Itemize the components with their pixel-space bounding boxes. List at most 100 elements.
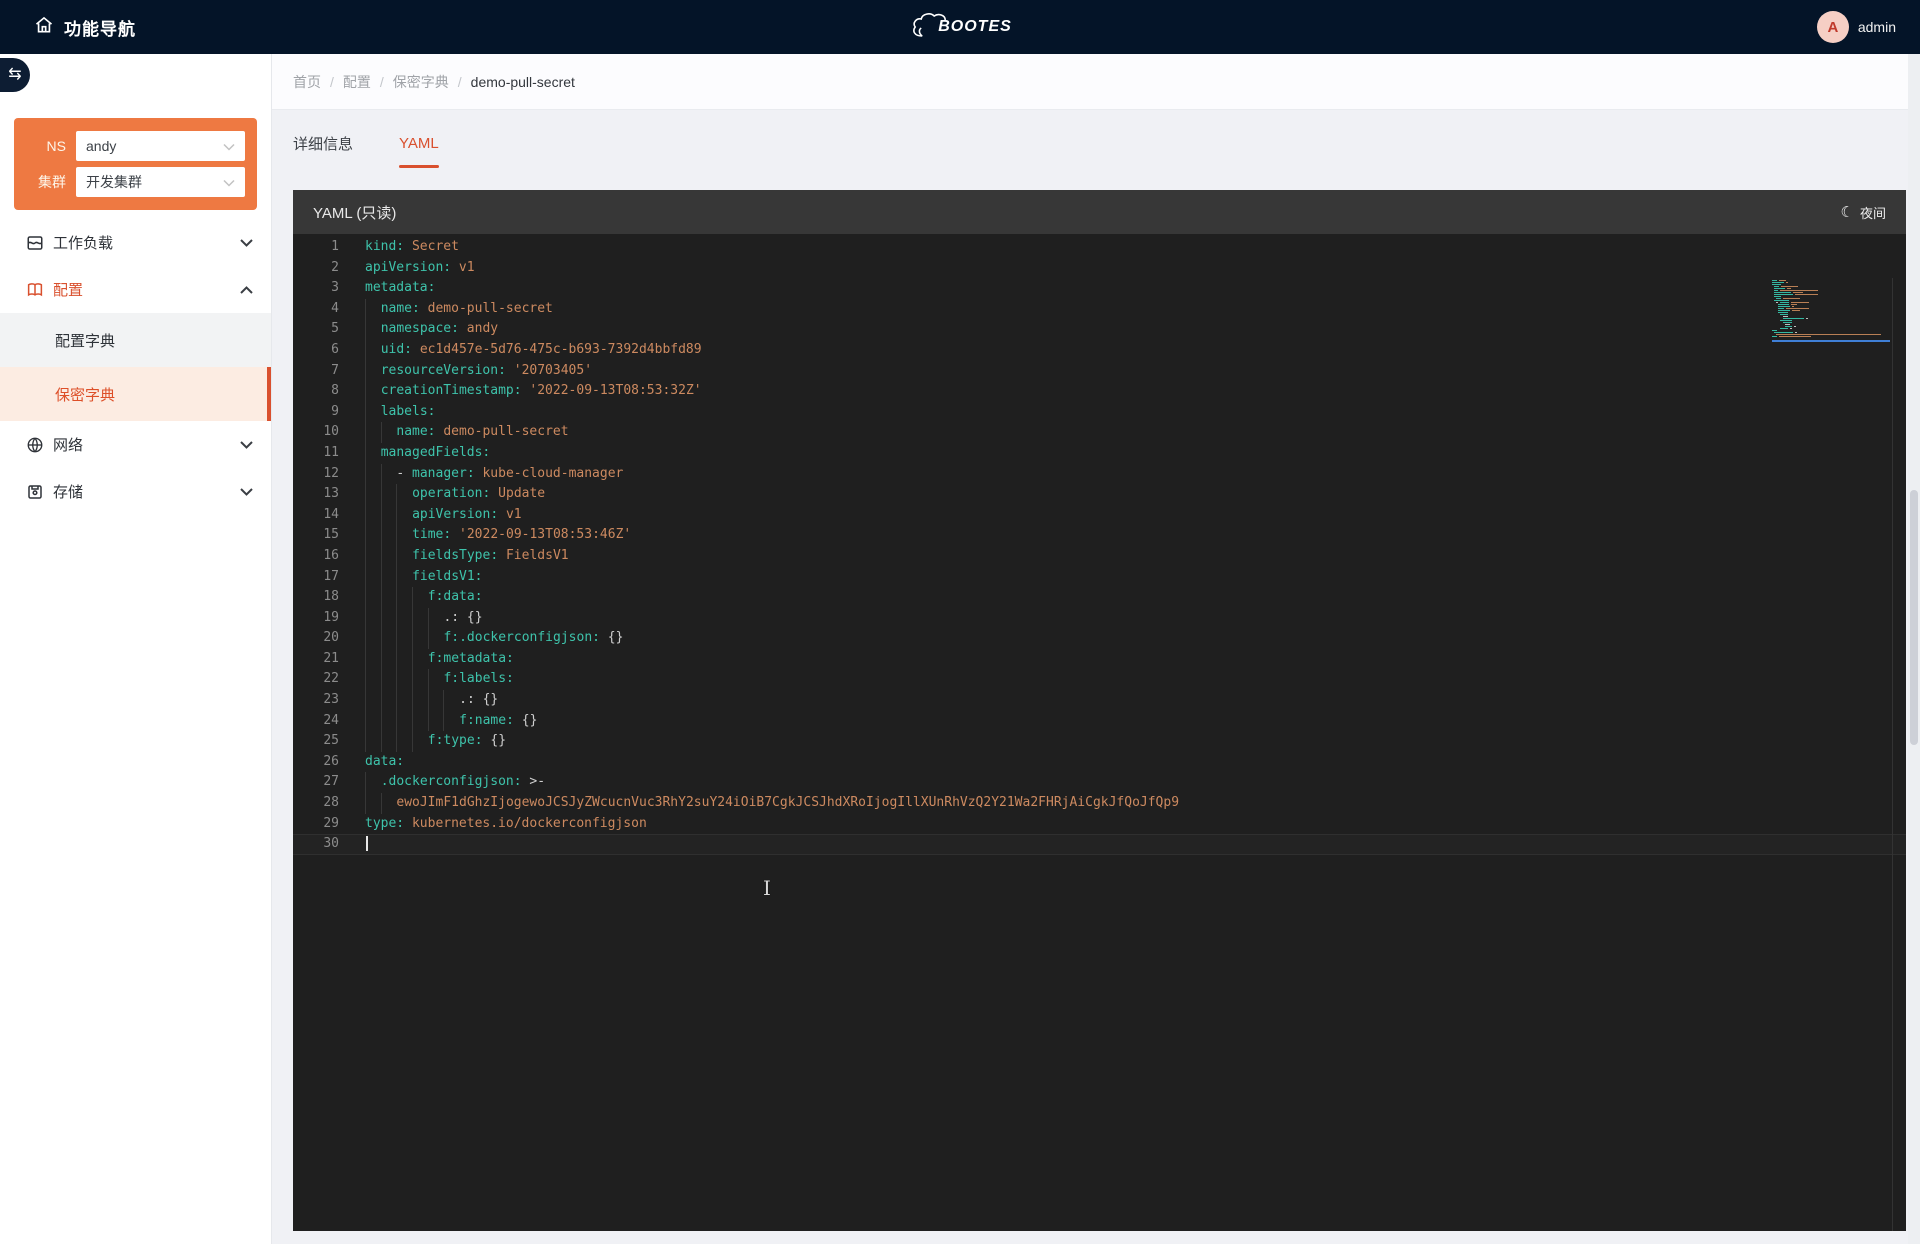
line-number: 19 xyxy=(293,608,339,629)
breadcrumb-config[interactable]: 配置 xyxy=(343,72,371,92)
code-line: 23.: {} xyxy=(293,690,1906,711)
line-content: managedFields: xyxy=(365,443,490,464)
editor-header: YAML (只读) ☾ 夜间 xyxy=(293,190,1906,234)
line-number: 11 xyxy=(293,443,339,464)
code-line: 25 f:type: {} xyxy=(293,731,1906,752)
tab-yaml[interactable]: YAML xyxy=(399,110,439,176)
indent-guide xyxy=(443,690,459,711)
breadcrumb-home[interactable]: 首页 xyxy=(293,72,321,92)
code-token: kind: xyxy=(365,239,404,254)
nav-home[interactable]: 功能导航 xyxy=(0,15,136,40)
indent-guide xyxy=(381,711,397,732)
ns-label: NS xyxy=(22,138,66,154)
line-content: f:type: {} xyxy=(365,731,506,752)
indent-guide xyxy=(396,649,412,670)
indent-guide xyxy=(365,628,381,649)
indent-guide xyxy=(396,525,412,546)
namespace-select[interactable]: andy xyxy=(76,131,245,161)
indent-guide xyxy=(365,299,381,320)
indent-guide xyxy=(381,587,397,608)
indent-guide xyxy=(412,711,428,732)
chevron-down-icon xyxy=(240,436,253,453)
code-token: operation: xyxy=(412,486,490,501)
chevron-up-icon xyxy=(240,281,253,298)
page-scrollbar-thumb[interactable] xyxy=(1910,490,1918,745)
code-area[interactable]: 1kind: Secret2apiVersion: v13metadata:4n… xyxy=(293,234,1906,1231)
text-cursor xyxy=(366,836,368,851)
chevron-down-icon xyxy=(240,483,253,500)
night-mode-toggle[interactable]: ☾ 夜间 xyxy=(1841,203,1886,222)
indent-guide xyxy=(381,793,397,814)
indent-guide xyxy=(365,608,381,629)
code-line: 5namespace: andy xyxy=(293,319,1906,340)
indent-guide xyxy=(396,669,412,690)
config-icon xyxy=(26,281,44,299)
line-content: .: {} xyxy=(365,608,483,629)
code-line: 8creationTimestamp: '2022-09-13T08:53:32… xyxy=(293,381,1906,402)
code-token: namespace: xyxy=(381,321,459,336)
code-line: 22f:labels: xyxy=(293,669,1906,690)
code-lines: 1kind: Secret2apiVersion: v13metadata:4n… xyxy=(293,237,1906,855)
code-token: FieldsV1 xyxy=(498,548,568,563)
code-line: 7resourceVersion: '20703405' xyxy=(293,361,1906,382)
brand-logo: BOOTES xyxy=(908,10,1012,44)
nav-label: 功能导航 xyxy=(64,15,136,40)
line-number: 25 xyxy=(293,731,339,752)
sidebar-item-secret[interactable]: 保密字典 xyxy=(0,367,271,421)
line-number: 27 xyxy=(293,772,339,793)
code-token: Secret xyxy=(404,239,459,254)
indent-guide xyxy=(396,567,412,588)
code-token: {} xyxy=(514,713,537,728)
code-token: type: xyxy=(365,816,404,831)
page-scrollbar-track[interactable] xyxy=(1908,54,1920,1244)
minimap-cursor-line xyxy=(1772,340,1890,342)
breadcrumb-separator: / xyxy=(458,74,462,90)
breadcrumb-secret-dict[interactable]: 保密字典 xyxy=(393,72,449,92)
indent-guide xyxy=(428,711,444,732)
sidebar-item-configmap[interactable]: 配置字典 xyxy=(0,313,271,367)
code-token: .dockerconfigjson: xyxy=(381,774,522,789)
sidebar-item-storage[interactable]: 存储 xyxy=(0,468,271,515)
code-line: 20f:.dockerconfigjson: {} xyxy=(293,628,1906,649)
sidebar-item-network[interactable]: 网络 xyxy=(0,421,271,468)
indent-guide xyxy=(412,587,428,608)
code-line: 10name: demo-pull-secret xyxy=(293,422,1906,443)
code-line: 21f:metadata: xyxy=(293,649,1906,670)
indent-guide xyxy=(428,628,444,649)
line-content: time: '2022-09-13T08:53:46Z' xyxy=(365,525,631,546)
code-token: apiVersion: xyxy=(412,507,498,522)
indent-guide xyxy=(365,402,381,423)
code-token: .: {} xyxy=(443,610,482,625)
line-number: 1 xyxy=(293,237,339,258)
cluster-label: 集群 xyxy=(22,172,66,192)
code-line: 11 managedFields: xyxy=(293,443,1906,464)
code-token: '20703405' xyxy=(506,363,592,378)
indent-guide xyxy=(396,690,412,711)
code-line: 15time: '2022-09-13T08:53:46Z' xyxy=(293,525,1906,546)
indent-guide xyxy=(381,525,397,546)
indent-guide xyxy=(396,587,412,608)
home-icon xyxy=(34,15,54,40)
code-token: name: xyxy=(396,424,435,439)
indent-guide xyxy=(396,731,412,752)
username: admin xyxy=(1858,19,1896,35)
chevron-down-icon xyxy=(223,174,235,190)
code-line: 28ewoJImF1dGhzIjogewoJCSJyZWcucnVuc3RhY2… xyxy=(293,793,1906,814)
cluster-select[interactable]: 开发集群 xyxy=(76,167,245,197)
indent-guide xyxy=(365,422,381,443)
indent-guide xyxy=(381,546,397,567)
indent-guide xyxy=(365,464,381,485)
code-line: 26data: xyxy=(293,752,1906,773)
line-number: 18 xyxy=(293,587,339,608)
code-token: demo-pull-secret xyxy=(436,424,569,439)
code-token: {} xyxy=(483,733,506,748)
minimap[interactable] xyxy=(1772,280,1890,342)
tab-details[interactable]: 详细信息 xyxy=(293,110,353,176)
sidebar-item-workload[interactable]: 工作负载 xyxy=(0,219,271,266)
tab-bar: 详细信息 YAML xyxy=(293,110,439,176)
editor-title: YAML (只读) xyxy=(293,202,396,223)
sidebar-item-config[interactable]: 配置 xyxy=(0,266,271,313)
code-line: 12- manager: kube-cloud-manager xyxy=(293,464,1906,485)
user-menu[interactable]: A admin xyxy=(1817,0,1896,54)
indent-guide xyxy=(365,793,381,814)
